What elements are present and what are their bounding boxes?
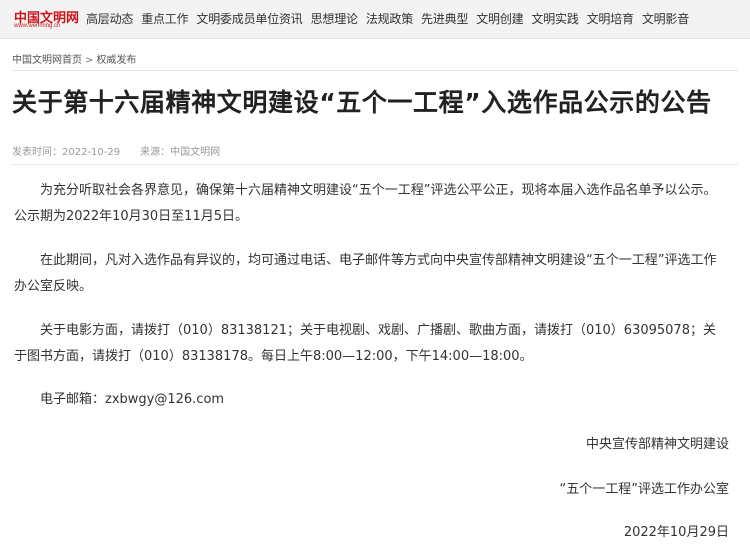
nav-item-regulations[interactable]: 法规政策 <box>366 0 421 38</box>
divider <box>12 164 738 165</box>
article-paragraph: 关于电影方面，请拨打（010）83138121；关于电视剧、戏剧、广播剧、歌曲方… <box>14 323 716 364</box>
logo-url: www.wenming.cn <box>14 23 61 29</box>
breadcrumb-separator: > <box>85 55 94 66</box>
publish-time: 发表时间：2022-10-29 <box>12 147 121 158</box>
article-source: 来源：中国文明网 <box>140 147 221 158</box>
nav-item-leadership-news[interactable]: 高层动态 <box>86 0 141 38</box>
nav-item-civilization-media[interactable]: 文明影音 <box>642 0 697 38</box>
article-paragraph-email: 电子邮箱：zxbwgy@126.com <box>40 392 225 407</box>
breadcrumb-home[interactable]: 中国文明网首页 <box>12 55 82 66</box>
breadcrumb: 中国文明网首页 > 权威发布 <box>12 51 136 66</box>
nav-item-key-work[interactable]: 重点工作 <box>141 0 196 38</box>
signature-office: “五个一工程”评选工作办公室 <box>559 482 729 497</box>
nav-item-civilization-practice[interactable]: 文明实践 <box>531 0 586 38</box>
signature-org: 中央宣传部精神文明建设 <box>585 437 729 452</box>
nav-item-theory[interactable]: 思想理论 <box>311 0 366 38</box>
top-nav-bar: 中国文明网 www.wenming.cn 高层动态 重点工作 文明委成员单位资讯… <box>0 0 750 39</box>
nav-item-member-units[interactable]: 文明委成员单位资讯 <box>196 0 310 38</box>
nav-item-civilization-cultivation[interactable]: 文明培育 <box>587 0 642 38</box>
main-nav: 高层动态 重点工作 文明委成员单位资讯 思想理论 法规政策 先进典型 文明创建 … <box>82 0 697 38</box>
nav-item-civilization-building[interactable]: 文明创建 <box>476 0 531 38</box>
article-paragraph: 为充分听取社会各界意见，确保第十六届精神文明建设“五个一工程”评选公平公正，现将… <box>14 183 717 224</box>
site-logo[interactable]: 中国文明网 www.wenming.cn <box>14 7 79 33</box>
nav-item-role-models[interactable]: 先进典型 <box>421 0 476 38</box>
article-paragraph: 在此期间，凡对入选作品有异议的，均可通过电话、电子邮件等方式向中央宣传部精神文明… <box>14 253 717 294</box>
divider <box>12 70 738 71</box>
breadcrumb-current[interactable]: 权威发布 <box>96 55 136 66</box>
article-title: 关于第十六届精神文明建设“五个一工程”入选作品公示的公告 <box>12 88 712 117</box>
signature-date: 2022年10月29日 <box>623 525 729 540</box>
article-meta: 发表时间：2022-10-29 来源：中国文明网 <box>12 143 220 158</box>
